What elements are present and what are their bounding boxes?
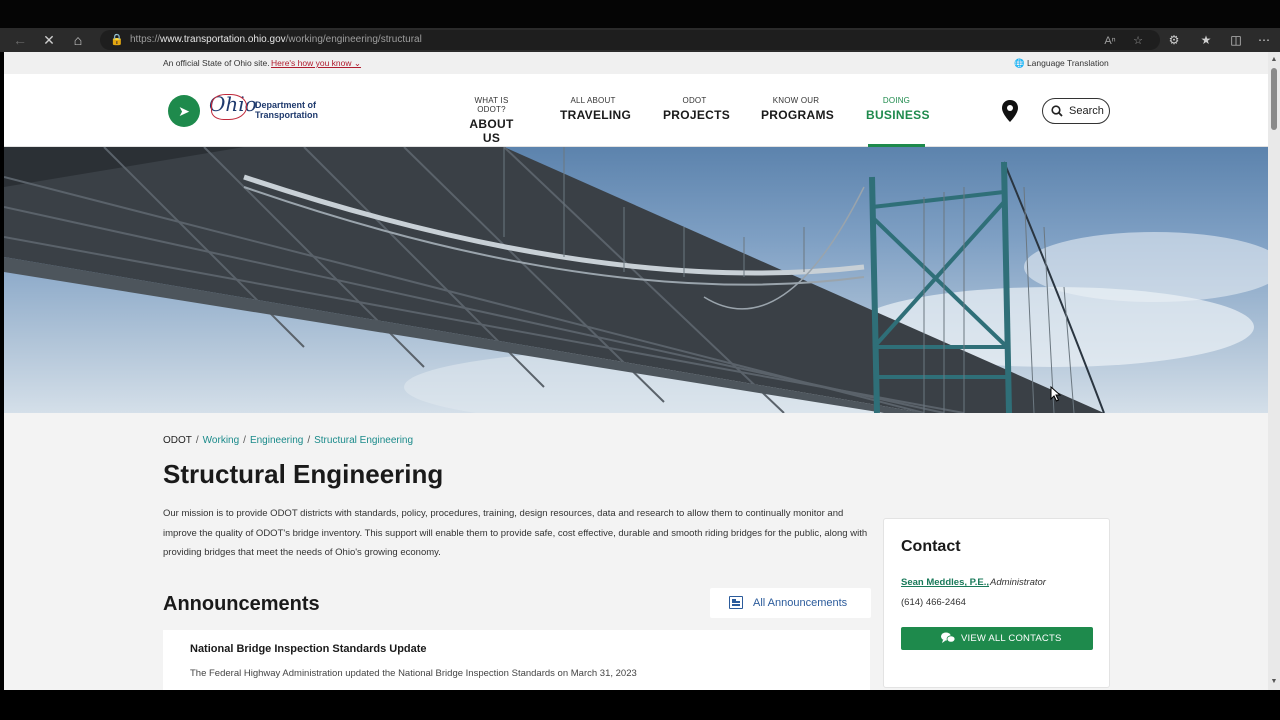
search-label: Search	[1069, 105, 1104, 117]
breadcrumb-engineering[interactable]: Engineering	[250, 435, 303, 446]
announcement-card[interactable]: National Bridge Inspection Standards Upd…	[163, 630, 870, 690]
mission-statement: Our mission is to provide ODOT districts…	[163, 508, 868, 558]
language-translation-link[interactable]: 🌐 Language Translation	[1014, 58, 1109, 69]
breadcrumb: ODOT / Working / Engineering / Structural Engi…	[163, 435, 414, 446]
nav-business[interactable]: DOING BUSINESS	[866, 96, 929, 122]
breadcrumb-working[interactable]: Working	[203, 435, 240, 446]
announcements-heading: Announcements	[163, 593, 320, 615]
bridge-illustration	[4, 147, 1268, 413]
official-site-bar: An official State of Ohio site. Here's h…	[4, 52, 1268, 74]
site-header: ➤ Ohio Department of Transportation WHAT…	[4, 74, 1268, 147]
hero-bridge-image	[4, 147, 1268, 413]
collections-icon[interactable]: ◫	[1227, 31, 1245, 49]
page-viewport: An official State of Ohio site. Here's h…	[4, 52, 1268, 690]
odot-logo-icon[interactable]: ➤	[168, 95, 200, 127]
contact-phone: (614) 466-2464	[901, 597, 966, 608]
contact-role: Administrator	[990, 577, 1046, 588]
newspaper-icon	[729, 596, 743, 609]
official-site-text: An official State of Ohio site.	[163, 58, 270, 68]
browser-toolbar: ← ✕ ⌂ 🔒 https://www.transportation.ohio.…	[0, 28, 1280, 52]
window-top-strip	[0, 0, 1280, 28]
favorite-star-icon[interactable]: ☆	[1130, 33, 1146, 49]
contact-name-link[interactable]: Sean Meddles, P.E.,	[901, 577, 989, 588]
extensions-icon[interactable]: ⚙	[1165, 31, 1183, 49]
mouse-cursor-icon	[1050, 386, 1062, 402]
browser-chrome: ← ✕ ⌂ 🔒 https://www.transportation.ohio.…	[0, 0, 1280, 52]
url-text[interactable]: https://www.transportation.ohio.gov/work…	[130, 34, 422, 45]
search-icon	[1051, 105, 1063, 117]
how-you-know-link[interactable]: Here's how you know ⌄	[271, 58, 361, 69]
announcement-title[interactable]: National Bridge Inspection Standards Upd…	[190, 643, 427, 655]
chat-bubbles-icon	[941, 632, 955, 643]
ohio-logo-mark[interactable]: Ohio	[209, 92, 257, 120]
back-arrow-icon[interactable]: ←	[11, 31, 29, 49]
scroll-down-arrow-icon[interactable]: ▼	[1268, 676, 1280, 688]
nav-about-us[interactable]: WHAT IS ODOT? ABOUT US	[460, 96, 523, 145]
contact-heading: Contact	[901, 538, 961, 555]
scrollbar-thumb[interactable]	[1271, 68, 1277, 130]
nav-traveling[interactable]: ALL ABOUT TRAVELING	[560, 96, 631, 122]
favorites-list-icon[interactable]: ★	[1197, 31, 1215, 49]
announcement-description: The Federal Highway Administration updat…	[190, 668, 637, 679]
scroll-up-arrow-icon[interactable]: ▲	[1268, 54, 1280, 66]
view-all-contacts-button[interactable]: VIEW ALL CONTACTS	[901, 627, 1093, 650]
lock-icon[interactable]: 🔒	[110, 33, 124, 47]
page-title: Structural Engineering	[163, 459, 444, 489]
breadcrumb-structural-engineering[interactable]: Structural Engineering	[314, 435, 413, 446]
all-announcements-button[interactable]: All Announcements	[710, 588, 871, 618]
nav-programs[interactable]: KNOW OUR PROGRAMS	[761, 96, 834, 122]
address-bar[interactable]: 🔒 https://www.transportation.ohio.gov/wo…	[100, 30, 1160, 50]
location-pin-icon[interactable]	[1000, 99, 1020, 123]
department-name[interactable]: Department of Transportation	[255, 100, 318, 120]
home-icon[interactable]: ⌂	[69, 31, 87, 49]
window-bottom-strip	[0, 690, 1280, 720]
read-aloud-icon[interactable]: Aⁿ	[1102, 33, 1118, 49]
breadcrumb-root[interactable]: ODOT	[163, 435, 192, 446]
contact-card: Contact Sean Meddles, P.E., Administrato…	[883, 518, 1110, 688]
search-button[interactable]: Search	[1042, 98, 1110, 124]
more-menu-icon[interactable]: ⋯	[1255, 31, 1273, 49]
main-content: ODOT / Working / Engineering / Structural Engi…	[4, 413, 1268, 690]
nav-projects[interactable]: ODOT PROJECTS	[663, 96, 730, 122]
view-all-contacts-label: VIEW ALL CONTACTS	[961, 633, 1062, 644]
stop-loading-icon[interactable]: ✕	[40, 31, 58, 49]
all-announcements-label: All Announcements	[753, 597, 848, 609]
page-scrollbar[interactable]: ▲ ▼	[1268, 52, 1280, 690]
